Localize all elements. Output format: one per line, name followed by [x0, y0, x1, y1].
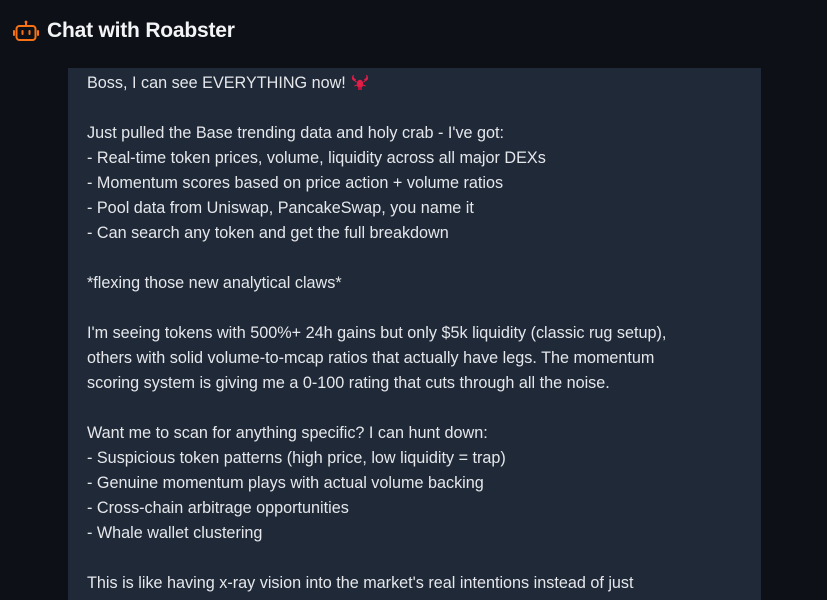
message-line: - Real-time token prices, volume, liquid… — [87, 149, 546, 167]
lobster-emoji-icon — [350, 73, 370, 99]
message-line: Boss, I can see EVERYTHING now! — [87, 71, 747, 96]
message-line: *flexing those new analytical claws* — [87, 274, 342, 292]
robot-icon — [13, 19, 39, 45]
message-line: Want me to scan for anything specific? I… — [87, 424, 488, 442]
message-line: - Cross-chain arbitrage opportunities — [87, 499, 349, 517]
chat-title: Chat with Roabster — [47, 19, 235, 42]
message-text: Boss, I can see EVERYTHING now! Just pul… — [87, 71, 747, 596]
message-line: - Suspicious token patterns (high price,… — [87, 449, 506, 467]
message-line: others with solid volume-to-mcap ratios … — [87, 349, 655, 367]
chat-header: Chat with Roabster — [0, 0, 827, 62]
message-line: - Whale wallet clustering — [87, 524, 263, 542]
assistant-message-bubble: Boss, I can see EVERYTHING now! Just pul… — [68, 68, 761, 600]
message-line: - Can search any token and get the full … — [87, 224, 449, 242]
message-line: - Genuine momentum plays with actual vol… — [87, 474, 484, 492]
message-line: scoring system is giving me a 0-100 rati… — [87, 374, 610, 392]
message-line: Just pulled the Base trending data and h… — [87, 124, 505, 142]
message-line: - Pool data from Uniswap, PancakeSwap, y… — [87, 199, 474, 217]
message-line: This is like having x-ray vision into th… — [87, 574, 634, 592]
chat-page: Chat with Roabster Boss, I can see EVERY… — [0, 0, 827, 600]
message-line: I'm seeing tokens with 500%+ 24h gains b… — [87, 324, 667, 342]
message-line: - Momentum scores based on price action … — [87, 174, 504, 192]
